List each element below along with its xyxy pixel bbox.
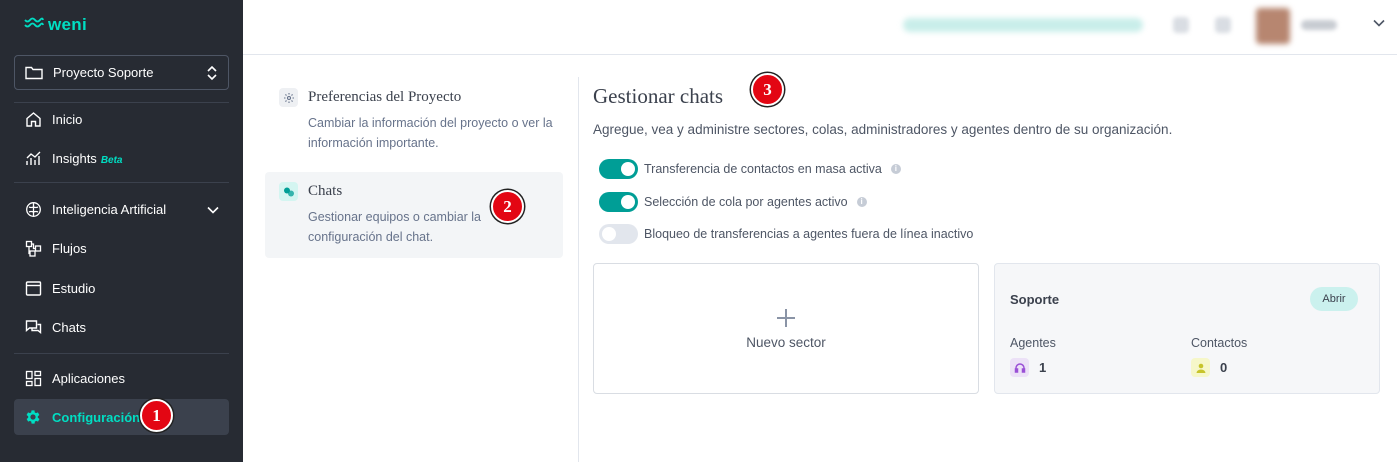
toggle-row-mass-transfer: Transferencia de contactos en masa activ… [599,159,901,179]
page-subtitle: Agregue, vea y administre sectores, cola… [593,122,1173,137]
chat-bubbles-icon [279,182,298,201]
annotation-marker-2: 2 [491,190,524,223]
sidebar-item-insights[interactable]: Insights Beta [14,140,229,176]
blurred-user-name [1301,20,1337,30]
open-sector-button[interactable]: Abrir [1310,287,1358,311]
sidebar-item-label: Inicio [52,111,83,127]
settings-menu-item-preferencias[interactable]: Preferencias del Proyecto Cambiar la inf… [265,78,563,160]
sidebar-item-inicio[interactable]: Inicio [14,101,229,137]
project-name: Proyecto Soporte [53,65,154,80]
logo-text: weni [48,15,87,34]
gear-icon [24,408,42,426]
page-title: Gestionar chats [593,84,724,108]
sidebar-item-chats[interactable]: Chats [14,309,229,345]
sidebar-item-label: Insights [52,150,97,166]
flows-icon [24,239,42,257]
info-icon[interactable]: i [890,164,901,174]
contacts-stat: 0 [1191,358,1227,377]
beta-badge: Beta [100,154,123,166]
sidebar-item-label: Aplicaciones [52,370,125,386]
sidebar-item-configuracion[interactable]: Configuración [14,399,229,435]
project-selector[interactable]: Proyecto Soporte [14,55,229,90]
settings-menu-description: Gestionar equipos o cambiar la configura… [308,210,482,244]
content-divider [578,77,579,462]
blurred-icon[interactable] [1173,17,1189,33]
agents-label: Agentes [1010,336,1056,350]
home-icon [24,110,42,128]
blurred-icon[interactable] [1215,17,1231,33]
sidebar-divider [14,353,229,354]
agents-stat: 1 [1010,358,1046,377]
sidebar-item-label: Flujos [52,240,87,256]
person-icon [1191,358,1210,377]
sidebar-item-label: Configuración [52,409,141,425]
sidebar-item-label: Chats [52,319,86,335]
chat-icon [24,318,42,336]
folder-icon [25,65,43,80]
sidebar-item-inteligencia-artificial[interactable]: Inteligencia Artificial [14,191,229,227]
settings-menu-title: Preferencias del Proyecto [308,89,462,105]
toggle-label: Bloqueo de transferencias a agentes fuer… [644,227,974,241]
contacts-count: 0 [1220,360,1228,375]
headset-icon [1010,358,1029,377]
topbar [243,0,1397,55]
toggle-row-queue-selection: Selección de cola por agentes activo i [599,192,867,212]
toggle-label: Selección de cola por agentes activo [644,195,848,209]
sidebar-item-aplicaciones[interactable]: Aplicaciones [14,360,229,396]
sidebar-divider [14,182,229,183]
wave-icon [24,16,44,34]
toggle-label: Transferencia de contactos en masa activ… [644,162,882,176]
chevron-up-down-icon [206,64,218,82]
sidebar: weni Proyecto Soporte Inicio Insights Bet… [0,0,243,462]
contacts-label: Contactos [1191,336,1248,350]
toggle-row-offline-block: Bloqueo de transferencias a agentes fuer… [599,224,973,244]
new-sector-label: Nuevo sector [746,335,826,350]
mass-transfer-toggle[interactable] [599,159,638,179]
queue-selection-toggle[interactable] [599,192,638,212]
weni-logo[interactable]: weni [24,15,87,35]
chart-icon [24,149,42,167]
sidebar-item-estudio[interactable]: Estudio [14,270,229,306]
sidebar-item-label: Estudio [52,280,96,296]
sidebar-item-label: Inteligencia Artificial [52,201,167,217]
blurred-link[interactable] [903,18,1143,32]
sector-name: Soporte [1010,292,1060,307]
plus-icon [775,307,797,329]
offline-block-toggle[interactable] [599,224,638,244]
new-sector-button[interactable]: Nuevo sector [593,263,979,394]
window-icon [24,279,42,297]
apps-icon [24,369,42,387]
annotation-marker-1: 1 [140,399,173,432]
agents-count: 1 [1039,360,1047,375]
chevron-down-icon[interactable] [207,202,219,217]
chevron-down-icon[interactable] [1373,19,1385,27]
gear-icon [279,88,298,107]
brain-icon [24,200,42,218]
sidebar-item-flujos[interactable]: Flujos [14,230,229,266]
settings-menu-title: Chats [308,183,343,199]
annotation-marker-3: 3 [751,73,784,106]
info-icon[interactable]: i [856,197,867,207]
sector-card: Soporte Abrir Agentes Contactos 1 0 [994,263,1380,394]
avatar[interactable] [1256,8,1290,44]
settings-menu-description: Cambiar la información del proyecto o ve… [308,116,553,150]
